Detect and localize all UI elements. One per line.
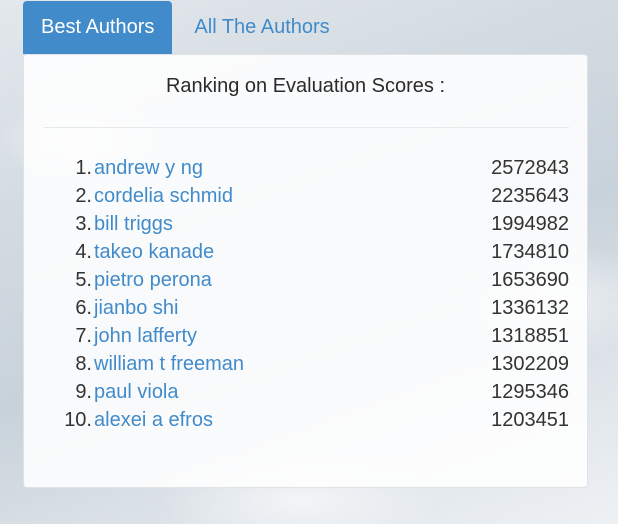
author-link[interactable]: paul viola: [94, 381, 491, 404]
rank-number: 5.: [75, 268, 92, 291]
author-score: 1295346: [491, 380, 569, 403]
author-score: 1734810: [491, 240, 569, 263]
tab-all-the-authors[interactable]: All The Authors: [172, 1, 347, 54]
list-item: 7. john lafferty 1318851: [44, 322, 569, 350]
list-item: 8. william t freeman 1302209: [44, 350, 569, 378]
list-item: 9. paul viola 1295346: [44, 378, 569, 406]
rank-number: 7.: [75, 324, 92, 347]
author-link[interactable]: bill triggs: [94, 213, 491, 236]
rank-number: 4.: [75, 240, 92, 263]
author-link[interactable]: william t freeman: [94, 353, 491, 376]
author-score: 1653690: [491, 268, 569, 291]
rank-number: 6.: [75, 296, 92, 319]
author-link[interactable]: jianbo shi: [94, 297, 491, 320]
author-score: 1302209: [491, 352, 569, 375]
author-score: 1994982: [491, 212, 569, 235]
list-item: 5. pietro perona 1653690: [44, 266, 569, 294]
rank-number: 3.: [75, 212, 92, 235]
author-link[interactable]: andrew y ng: [94, 157, 491, 180]
author-link[interactable]: pietro perona: [94, 269, 491, 292]
tab-best-authors[interactable]: Best Authors: [23, 1, 173, 54]
list-item: 4. takeo kanade 1734810: [44, 238, 569, 266]
panel-title: Ranking on Evaluation Scores :: [165, 75, 446, 97]
author-link[interactable]: john lafferty: [94, 325, 491, 348]
author-score: 2235643: [491, 184, 569, 207]
rank-number: 8.: [75, 352, 92, 375]
tab-bar: Best Authors All The Authors: [23, 1, 348, 54]
author-link[interactable]: takeo kanade: [94, 241, 491, 264]
author-score: 1318851: [491, 324, 569, 347]
ranking-list: 1. andrew y ng 2572843 2. cordelia schmi…: [44, 154, 569, 434]
author-score: 2572843: [491, 156, 569, 179]
author-link[interactable]: alexei a efros: [94, 409, 491, 432]
author-score: 1203451: [491, 408, 569, 431]
rank-number: 2.: [75, 184, 92, 207]
rank-number: 9.: [75, 380, 92, 403]
list-item: 2. cordelia schmid 2235643: [44, 182, 569, 210]
list-item: 10. alexei a efros 1203451: [44, 406, 569, 434]
list-item: 6. jianbo shi 1336132: [44, 294, 569, 322]
author-link[interactable]: cordelia schmid: [94, 185, 491, 208]
rank-number: 10.: [64, 408, 92, 431]
author-score: 1336132: [491, 296, 569, 319]
list-item: 3. bill triggs 1994982: [44, 210, 569, 238]
list-item: 1. andrew y ng 2572843: [44, 154, 569, 182]
divider: [44, 127, 569, 128]
rank-number: 1.: [75, 156, 92, 179]
ranking-panel: Ranking on Evaluation Scores : 1. andrew…: [23, 54, 588, 488]
